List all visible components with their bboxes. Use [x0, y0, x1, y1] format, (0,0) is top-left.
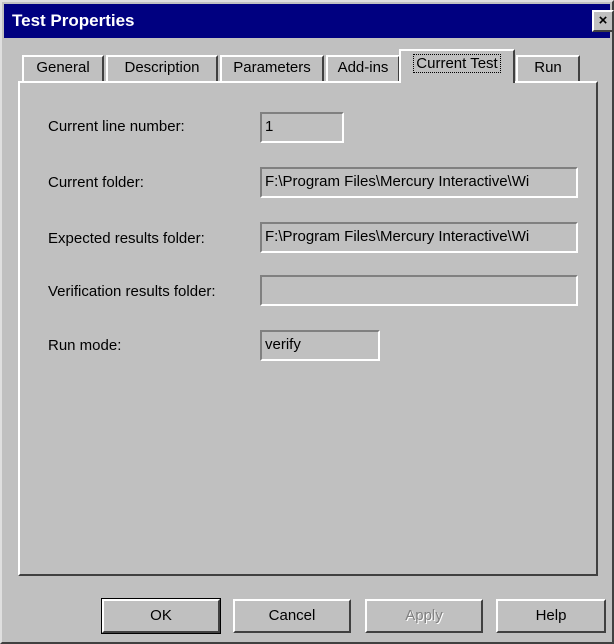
run-mode-field[interactable]: verify: [260, 330, 380, 361]
window-title: Test Properties: [12, 11, 135, 30]
tab-label: Current Test: [413, 54, 501, 73]
test-properties-dialog: Test Properties × General Description Pa…: [0, 0, 614, 644]
tab-label: Parameters: [233, 59, 311, 76]
tab-label: Add-ins: [337, 59, 389, 76]
cancel-button[interactable]: Cancel: [233, 599, 351, 633]
ok-button[interactable]: OK: [101, 598, 221, 634]
tab-label: General: [36, 59, 90, 76]
expected-results-folder-label: Expected results folder:: [48, 230, 205, 247]
title-bar[interactable]: Test Properties ×: [4, 4, 614, 38]
tab-run[interactable]: Run: [516, 55, 580, 81]
tab-parameters[interactable]: Parameters: [220, 55, 324, 81]
tab-label: Description: [124, 59, 200, 76]
close-button[interactable]: ×: [592, 10, 614, 32]
tab-description[interactable]: Description: [106, 55, 218, 81]
tab-general[interactable]: General: [22, 55, 104, 81]
verification-results-folder-field[interactable]: [260, 275, 578, 306]
line-number-label: Current line number:: [48, 118, 185, 135]
current-folder-label: Current folder:: [48, 174, 144, 191]
current-folder-field[interactable]: F:\Program Files\Mercury Interactive\Wi: [260, 167, 578, 198]
close-icon: ×: [598, 12, 608, 29]
help-button[interactable]: Help: [496, 599, 606, 633]
tab-label: Run: [534, 59, 562, 76]
expected-results-folder-field[interactable]: F:\Program Files\Mercury Interactive\Wi: [260, 222, 578, 253]
run-mode-label: Run mode:: [48, 337, 122, 354]
line-number-field[interactable]: 1: [260, 112, 344, 143]
current-test-panel: Current line number: 1 Current folder: F…: [18, 81, 598, 576]
tab-add-ins[interactable]: Add-ins: [326, 55, 400, 81]
tab-current-test[interactable]: Current Test: [399, 49, 515, 83]
apply-button[interactable]: Apply: [365, 599, 483, 633]
verification-results-folder-label: Verification results folder:: [48, 283, 216, 300]
